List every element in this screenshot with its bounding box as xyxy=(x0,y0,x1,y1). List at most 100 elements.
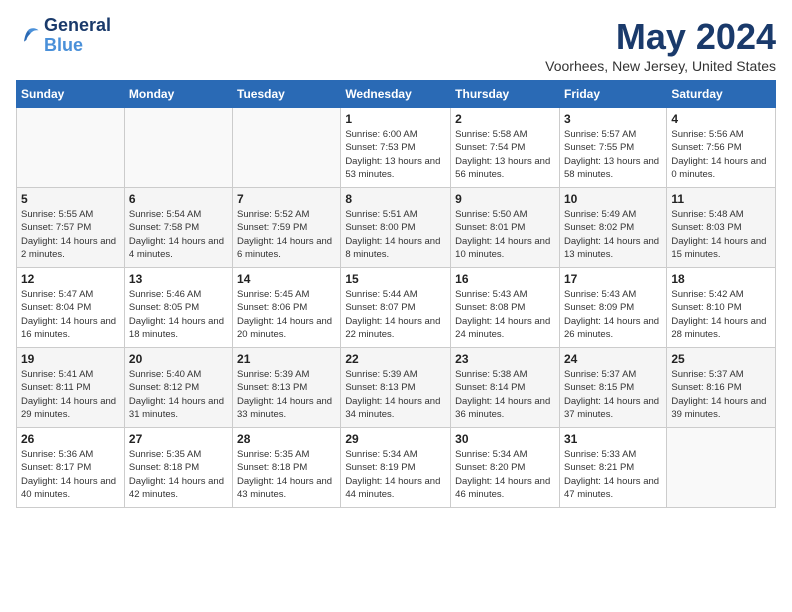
weekday-header-monday: Monday xyxy=(124,81,232,108)
cell-line: Daylight: 14 hours and 10 minutes. xyxy=(455,235,555,262)
cell-line: Sunset: 7:53 PM xyxy=(345,141,446,154)
cell-line: Sunset: 8:20 PM xyxy=(455,461,555,474)
cell-line: Sunset: 8:00 PM xyxy=(345,221,446,234)
cell-line: Sunset: 8:03 PM xyxy=(671,221,771,234)
weekday-header-wednesday: Wednesday xyxy=(341,81,451,108)
cell-line: Daylight: 13 hours and 53 minutes. xyxy=(345,155,446,182)
calendar-week-row: 1Sunrise: 6:00 AMSunset: 7:53 PMDaylight… xyxy=(17,108,776,188)
cell-line: Sunrise: 5:39 AM xyxy=(345,368,446,381)
weekday-header-thursday: Thursday xyxy=(451,81,560,108)
cell-content: Sunrise: 5:43 AMSunset: 8:08 PMDaylight:… xyxy=(455,288,555,341)
calendar-week-row: 26Sunrise: 5:36 AMSunset: 8:17 PMDayligh… xyxy=(17,428,776,508)
cell-line: Sunset: 7:58 PM xyxy=(129,221,228,234)
cell-line: Sunrise: 5:36 AM xyxy=(21,448,120,461)
cell-line: Sunrise: 5:46 AM xyxy=(129,288,228,301)
cell-line: Sunrise: 5:34 AM xyxy=(345,448,446,461)
calendar-cell: 15Sunrise: 5:44 AMSunset: 8:07 PMDayligh… xyxy=(341,268,451,348)
calendar-cell: 20Sunrise: 5:40 AMSunset: 8:12 PMDayligh… xyxy=(124,348,232,428)
cell-line: Daylight: 14 hours and 15 minutes. xyxy=(671,235,771,262)
cell-line: Sunrise: 5:51 AM xyxy=(345,208,446,221)
location: Voorhees, New Jersey, United States xyxy=(545,58,776,74)
calendar-cell: 27Sunrise: 5:35 AMSunset: 8:18 PMDayligh… xyxy=(124,428,232,508)
day-number: 13 xyxy=(129,272,228,286)
cell-content: Sunrise: 5:37 AMSunset: 8:15 PMDaylight:… xyxy=(564,368,662,421)
cell-line: Sunset: 8:09 PM xyxy=(564,301,662,314)
calendar-cell: 24Sunrise: 5:37 AMSunset: 8:15 PMDayligh… xyxy=(559,348,666,428)
cell-content: Sunrise: 5:35 AMSunset: 8:18 PMDaylight:… xyxy=(129,448,228,501)
cell-line: Daylight: 14 hours and 34 minutes. xyxy=(345,395,446,422)
cell-line: Sunrise: 5:52 AM xyxy=(237,208,336,221)
month-title: May 2024 xyxy=(545,16,776,58)
cell-line: Sunrise: 5:55 AM xyxy=(21,208,120,221)
cell-content: Sunrise: 5:34 AMSunset: 8:19 PMDaylight:… xyxy=(345,448,446,501)
cell-line: Sunset: 8:12 PM xyxy=(129,381,228,394)
page-header: General Blue May 2024 Voorhees, New Jers… xyxy=(16,16,776,74)
cell-content: Sunrise: 5:43 AMSunset: 8:09 PMDaylight:… xyxy=(564,288,662,341)
cell-line: Sunset: 8:17 PM xyxy=(21,461,120,474)
calendar-cell: 26 Sunrise: 5:36 AMSunset: 8:17 PMDayligh… xyxy=(17,428,125,508)
cell-line: Sunset: 8:01 PM xyxy=(455,221,555,234)
day-number: 4 xyxy=(671,112,771,126)
cell-line: Daylight: 14 hours and 13 minutes. xyxy=(564,235,662,262)
cell-content: Sunrise: 5:56 AMSunset: 7:56 PMDaylight:… xyxy=(671,128,771,181)
cell-content: Sunrise: 5:52 AMSunset: 7:59 PMDaylight:… xyxy=(237,208,336,261)
cell-line: Daylight: 14 hours and 39 minutes. xyxy=(671,395,771,422)
calendar-cell: 12Sunrise: 5:47 AMSunset: 8:04 PMDayligh… xyxy=(17,268,125,348)
day-number: 1 xyxy=(345,112,446,126)
cell-line: Sunset: 8:11 PM xyxy=(21,381,120,394)
cell-line: Daylight: 14 hours and 22 minutes. xyxy=(345,315,446,342)
cell-line: Sunset: 8:13 PM xyxy=(345,381,446,394)
cell-line: Daylight: 14 hours and 24 minutes. xyxy=(455,315,555,342)
cell-line: Sunset: 8:15 PM xyxy=(564,381,662,394)
logo: General Blue xyxy=(16,16,111,56)
cell-line: Daylight: 14 hours and 26 minutes. xyxy=(564,315,662,342)
calendar-cell: 2 Sunrise: 5:58 AMSunset: 7:54 PMDaylight… xyxy=(451,108,560,188)
logo-text: General Blue xyxy=(44,16,111,56)
cell-line: Sunrise: 5:41 AM xyxy=(21,368,120,381)
calendar-cell: 11Sunrise: 5:48 AMSunset: 8:03 PMDayligh… xyxy=(667,188,776,268)
cell-line: Sunset: 8:18 PM xyxy=(237,461,336,474)
cell-content: Sunrise: 5:38 AMSunset: 8:14 PMDaylight:… xyxy=(455,368,555,421)
calendar-week-row: 5Sunrise: 5:55 AMSunset: 7:57 PMDaylight… xyxy=(17,188,776,268)
calendar-cell xyxy=(124,108,232,188)
cell-line: Sunset: 8:10 PM xyxy=(671,301,771,314)
calendar-cell: 1Sunrise: 6:00 AMSunset: 7:53 PMDaylight… xyxy=(341,108,451,188)
calendar-cell xyxy=(233,108,341,188)
day-number: 29 xyxy=(345,432,446,446)
day-number: 15 xyxy=(345,272,446,286)
day-number: 21 xyxy=(237,352,336,366)
cell-line: Sunrise: 5:38 AM xyxy=(455,368,555,381)
cell-content: Sunrise: 5:40 AMSunset: 8:12 PMDaylight:… xyxy=(129,368,228,421)
day-number: 2 xyxy=(455,112,555,126)
calendar-cell: 31Sunrise: 5:33 AMSunset: 8:21 PMDayligh… xyxy=(559,428,666,508)
cell-line: Sunrise: 5:35 AM xyxy=(237,448,336,461)
day-number: 26 xyxy=(21,432,120,446)
day-number: 17 xyxy=(564,272,662,286)
cell-line: Sunrise: 5:48 AM xyxy=(671,208,771,221)
cell-line: Sunrise: 5:50 AM xyxy=(455,208,555,221)
cell-line: Daylight: 14 hours and 6 minutes. xyxy=(237,235,336,262)
day-number: 30 xyxy=(455,432,555,446)
cell-content: Sunrise: 5:57 AMSunset: 7:55 PMDaylight:… xyxy=(564,128,662,181)
cell-line: Sunrise: 5:45 AM xyxy=(237,288,336,301)
cell-line: Sunrise: 5:37 AM xyxy=(671,368,771,381)
cell-line: Sunset: 8:14 PM xyxy=(455,381,555,394)
cell-line: Sunset: 8:05 PM xyxy=(129,301,228,314)
calendar-cell: 13 Sunrise: 5:46 AMSunset: 8:05 PMDayligh… xyxy=(124,268,232,348)
cell-content: Sunrise: 5:54 AMSunset: 7:58 PMDaylight:… xyxy=(129,208,228,261)
day-number: 8 xyxy=(345,192,446,206)
cell-line: Daylight: 14 hours and 18 minutes. xyxy=(129,315,228,342)
cell-content: Sunrise: 5:45 AMSunset: 8:06 PMDaylight:… xyxy=(237,288,336,341)
cell-content: Sunrise: 5:36 AMSunset: 8:17 PMDaylight:… xyxy=(21,448,120,501)
cell-line: Sunrise: 5:54 AM xyxy=(129,208,228,221)
weekday-header-row: SundayMondayTuesdayWednesdayThursdayFrid… xyxy=(17,81,776,108)
cell-line: Daylight: 14 hours and 47 minutes. xyxy=(564,475,662,502)
cell-content: Sunrise: 5:48 AMSunset: 8:03 PMDaylight:… xyxy=(671,208,771,261)
cell-content: Sunrise: 5:47 AMSunset: 8:04 PMDaylight:… xyxy=(21,288,120,341)
cell-line: Sunset: 7:56 PM xyxy=(671,141,771,154)
day-number: 7 xyxy=(237,192,336,206)
day-number: 16 xyxy=(455,272,555,286)
cell-content: Sunrise: 5:58 AMSunset: 7:54 PMDaylight:… xyxy=(455,128,555,181)
day-number: 23 xyxy=(455,352,555,366)
day-number: 19 xyxy=(21,352,120,366)
